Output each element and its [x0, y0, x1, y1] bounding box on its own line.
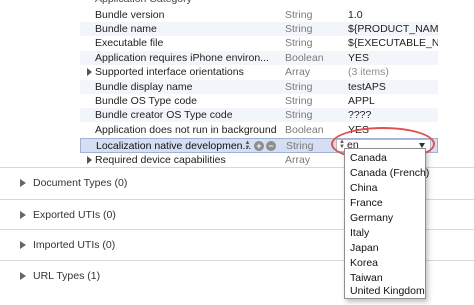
plist-row-type: Array — [285, 66, 311, 78]
plist-row-type: Boolean — [285, 52, 324, 64]
disclosure-triangle-icon[interactable] — [20, 179, 26, 187]
plist-row-type: String — [285, 37, 313, 49]
key-stepper-icon[interactable]: ▲ ▼ — [244, 140, 251, 151]
dropdown-option-canada-french[interactable]: Canada (French) — [345, 165, 429, 181]
section-title: Exported UTIs (0) — [33, 209, 116, 221]
dropdown-option-korea[interactable]: Korea — [345, 255, 425, 271]
dropdown-option-united-kingdom[interactable]: United Kingdom — [345, 283, 425, 299]
dropdown-option-china[interactable]: China — [345, 180, 425, 196]
plist-row[interactable]: Executable file String ${EXECUTABLE_NA — [80, 36, 438, 50]
dropdown-option-canada[interactable]: Canada — [345, 150, 425, 166]
plist-row[interactable]: Bundle name String ${PRODUCT_NAME — [80, 22, 438, 36]
plist-row-value: testAPS — [348, 81, 386, 93]
remove-row-button[interactable]: − — [266, 141, 276, 151]
localization-dropdown-list[interactable]: Canada Canada (French) China France Germ… — [344, 148, 429, 299]
plist-row-key: Executable file — [95, 37, 164, 49]
dropdown-option-france[interactable]: France — [345, 195, 425, 211]
dropdown-option-germany[interactable]: Germany — [345, 210, 425, 226]
plist-row-key: Bundle display name — [95, 81, 193, 93]
plist-row-key: Application Category — [95, 0, 192, 5]
dropdown-option-italy[interactable]: Italy — [345, 225, 425, 241]
plist-row-value: ${EXECUTABLE_NA — [348, 37, 438, 49]
plist-row-value: YES — [348, 52, 370, 64]
disclosure-triangle-icon[interactable] — [87, 68, 92, 76]
plist-row-key: Bundle name — [95, 23, 157, 35]
plist-row[interactable]: Bundle display name String testAPS — [80, 80, 438, 94]
plist-row-key: Supported interface orientations — [95, 66, 244, 78]
dropdown-option-japan[interactable]: Japan — [345, 240, 425, 256]
add-row-button[interactable]: + — [254, 141, 264, 151]
plist-row[interactable]: Bundle version String 1.0 — [80, 8, 438, 22]
plist-row-type: String — [285, 95, 313, 107]
plist-row[interactable]: Application requires iPhone environ... B… — [80, 51, 438, 65]
plist-row-key: Bundle creator OS Type code — [95, 109, 233, 121]
plist-row-type: String — [285, 81, 313, 93]
section-title: Document Types (0) — [33, 177, 128, 189]
plist-row-key: Application requires iPhone environ... — [95, 52, 269, 64]
disclosure-triangle-icon[interactable] — [20, 241, 26, 249]
plist-row-key: Bundle OS Type code — [95, 95, 197, 107]
plist-row-value: APPL — [348, 95, 375, 107]
plist-row-type: String — [285, 23, 313, 35]
disclosure-triangle-icon[interactable] — [20, 211, 26, 219]
plist-row-key: Application does not run in background — [95, 124, 277, 136]
plist-row-type: Boolean — [285, 124, 324, 136]
section-title: Imported UTIs (0) — [33, 239, 116, 251]
disclosure-triangle-icon[interactable] — [20, 272, 26, 280]
plist-row-type: String — [285, 109, 313, 121]
disclosure-triangle-icon[interactable] — [87, 156, 92, 164]
plist-row-type: Array — [285, 154, 311, 166]
plist-row-type: String — [285, 9, 313, 21]
plist-row-key: Bundle version — [95, 9, 165, 21]
plist-row-value: ${PRODUCT_NAME — [348, 23, 438, 35]
plist-row-value: ???? — [348, 109, 372, 121]
plist-row-value: 1.0 — [348, 9, 363, 21]
plist-row[interactable]: Supported interface orientations Array (… — [80, 65, 438, 79]
plist-row-key: Required device capabilities — [95, 154, 226, 166]
plist-row[interactable]: Bundle creator OS Type code String ???? — [80, 108, 438, 122]
section-title: URL Types (1) — [33, 270, 101, 282]
plist-row[interactable]: Bundle OS Type code String APPL — [80, 94, 438, 108]
plist-row-value: (3 items) — [348, 66, 389, 78]
